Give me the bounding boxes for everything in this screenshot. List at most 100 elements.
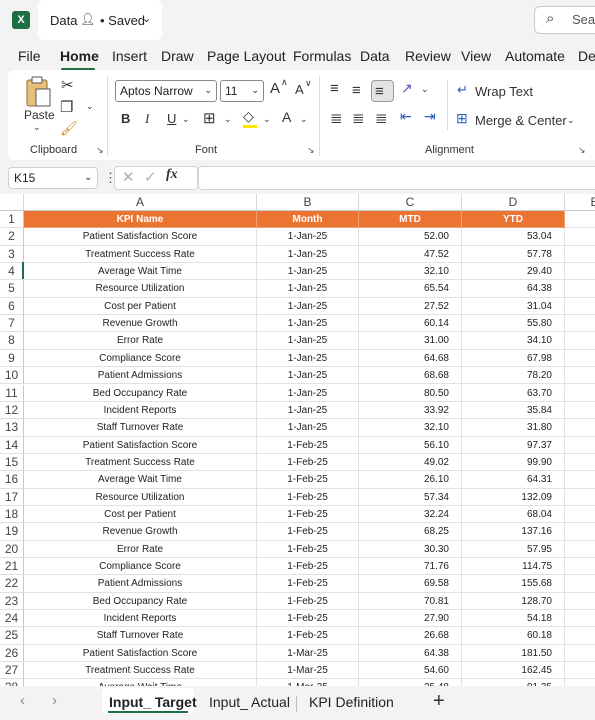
row-header-19[interactable]: 19 xyxy=(0,523,24,541)
tab-page-layout[interactable]: Page Layout xyxy=(207,48,286,64)
table-cell[interactable] xyxy=(565,575,595,593)
copy-icon[interactable]: ❐ xyxy=(60,98,73,116)
table-cell[interactable]: 68.04 xyxy=(462,505,565,524)
paste-icon[interactable] xyxy=(24,76,52,108)
clipboard-launcher-icon[interactable]: ↘ xyxy=(96,145,104,156)
table-cell[interactable]: 1-Jan-25 xyxy=(257,297,359,316)
table-cell[interactable]: 64.38 xyxy=(359,644,462,663)
table-cell[interactable]: 30.30 xyxy=(359,540,462,558)
format-painter-icon[interactable]: 🖌︎ xyxy=(60,120,78,137)
column-header-b[interactable]: B xyxy=(257,194,359,211)
table-cell[interactable]: 1-Feb-25 xyxy=(257,540,359,558)
alignment-launcher-icon[interactable]: ↘ xyxy=(578,145,586,156)
table-cell[interactable] xyxy=(565,489,595,506)
table-cell[interactable]: 60.14 xyxy=(359,315,462,333)
table-cell[interactable]: 1-Jan-25 xyxy=(257,315,359,333)
table-cell[interactable] xyxy=(565,315,595,333)
table-cell[interactable]: 54.18 xyxy=(462,610,565,628)
table-cell[interactable] xyxy=(565,593,595,611)
row-header-10[interactable]: 10 xyxy=(0,367,24,385)
tab-view[interactable]: View xyxy=(461,48,491,64)
table-cell[interactable]: Compliance Score xyxy=(24,558,257,576)
column-header-e[interactable]: E xyxy=(565,194,595,211)
column-header-d[interactable]: D xyxy=(462,194,565,211)
tab-home[interactable]: Home xyxy=(60,48,99,64)
table-cell[interactable]: 57.34 xyxy=(359,488,462,506)
wrap-text-button[interactable]: Wrap Text xyxy=(475,84,533,99)
table-cell[interactable]: 29.40 xyxy=(462,263,565,281)
row-header-23[interactable]: 23 xyxy=(0,592,24,611)
table-cell[interactable]: Bed Occupancy Rate xyxy=(24,592,257,611)
table-cell[interactable]: 35.84 xyxy=(462,401,565,420)
tab-automate[interactable]: Automate xyxy=(505,48,565,64)
table-cell[interactable]: 1-Feb-25 xyxy=(257,471,359,489)
table-cell[interactable]: 1-Jan-25 xyxy=(257,401,359,420)
table-cell[interactable]: 32.10 xyxy=(359,419,462,437)
table-cell[interactable]: Revenue Growth xyxy=(24,315,257,333)
row-header-15[interactable]: 15 xyxy=(0,453,24,472)
borders-dropdown-chevron-icon[interactable]: ⌄ xyxy=(224,114,232,125)
font-family-select[interactable]: Aptos Narrow ⌄ xyxy=(115,80,217,102)
row-header-20[interactable]: 20 xyxy=(0,540,24,558)
table-cell[interactable]: 31.00 xyxy=(359,332,462,350)
table-cell[interactable]: 63.70 xyxy=(462,384,565,402)
table-cell[interactable] xyxy=(565,402,595,420)
table-header-cell[interactable]: KPI Name xyxy=(24,211,257,229)
table-cell[interactable]: 78.20 xyxy=(462,367,565,385)
formula-input[interactable] xyxy=(198,166,595,190)
merge-dropdown-chevron-icon[interactable]: ⌄ xyxy=(567,115,575,126)
row-header-3[interactable]: 3 xyxy=(0,245,24,264)
row-header-4[interactable]: 4 xyxy=(0,263,24,281)
table-cell[interactable]: Incident Reports xyxy=(24,401,257,420)
table-cell[interactable]: Treatment Success Rate xyxy=(24,662,257,680)
table-header-cell[interactable]: Month xyxy=(257,211,359,229)
scroll-right-icon[interactable]: › xyxy=(52,692,57,709)
table-cell[interactable]: 1-Feb-25 xyxy=(257,436,359,454)
table-cell[interactable]: 1-Feb-25 xyxy=(257,488,359,506)
paste-dropdown-chevron-icon[interactable]: ⌄ xyxy=(33,122,41,133)
table-cell[interactable]: Patient Satisfaction Score xyxy=(24,228,257,246)
table-cell[interactable] xyxy=(565,610,595,628)
underline-dropdown-chevron-icon[interactable]: ⌄ xyxy=(182,114,190,125)
row-header-26[interactable]: 26 xyxy=(0,644,24,663)
table-cell[interactable]: 67.98 xyxy=(462,349,565,368)
table-cell[interactable]: Patient Satisfaction Score xyxy=(24,644,257,663)
merge-center-button[interactable]: Merge & Center xyxy=(475,113,567,128)
table-cell[interactable] xyxy=(565,419,595,437)
table-cell[interactable]: Revenue Growth xyxy=(24,523,257,541)
table-cell[interactable] xyxy=(565,541,595,558)
table-cell[interactable]: 1-Mar-25 xyxy=(257,662,359,680)
table-cell[interactable] xyxy=(565,645,595,663)
table-cell[interactable]: 64.31 xyxy=(462,471,565,489)
select-all-corner[interactable] xyxy=(0,194,24,211)
table-cell[interactable]: 1-Jan-25 xyxy=(257,280,359,298)
table-cell[interactable]: 47.52 xyxy=(359,245,462,264)
orientation-icon[interactable]: ↗ xyxy=(401,80,413,97)
table-cell[interactable]: 128.70 xyxy=(462,592,565,611)
table-cell[interactable]: Patient Admissions xyxy=(24,367,257,385)
table-cell[interactable]: Treatment Success Rate xyxy=(24,453,257,472)
cancel-icon[interactable]: ✕ xyxy=(122,168,135,186)
table-cell[interactable]: 31.04 xyxy=(462,297,565,316)
table-cell[interactable]: Cost per Patient xyxy=(24,297,257,316)
table-cell[interactable]: 64.38 xyxy=(462,280,565,298)
table-cell[interactable]: 1-Jan-25 xyxy=(257,332,359,350)
table-cell[interactable]: 99.90 xyxy=(462,453,565,472)
align-center-icon[interactable]: ≣ xyxy=(352,109,365,127)
table-cell[interactable]: 181.50 xyxy=(462,644,565,663)
cut-icon[interactable]: ✂ xyxy=(61,76,74,94)
table-cell[interactable] xyxy=(565,471,595,489)
row-header-14[interactable]: 14 xyxy=(0,436,24,454)
column-header-c[interactable]: C xyxy=(359,194,462,211)
table-cell[interactable]: 132.09 xyxy=(462,488,565,506)
table-cell[interactable]: 57.95 xyxy=(462,540,565,558)
row-header-2[interactable]: 2 xyxy=(0,228,24,246)
row-header-1[interactable]: 1 xyxy=(0,211,24,229)
table-cell[interactable]: 32.10 xyxy=(359,263,462,281)
wrap-text-icon[interactable]: ↵ xyxy=(457,82,468,98)
table-cell[interactable]: 33.92 xyxy=(359,401,462,420)
align-left-icon[interactable]: ≣ xyxy=(330,109,343,127)
borders-icon[interactable]: ⊞ xyxy=(203,109,216,127)
increase-font-size-button[interactable]: A xyxy=(270,80,280,97)
table-cell[interactable] xyxy=(565,228,595,246)
